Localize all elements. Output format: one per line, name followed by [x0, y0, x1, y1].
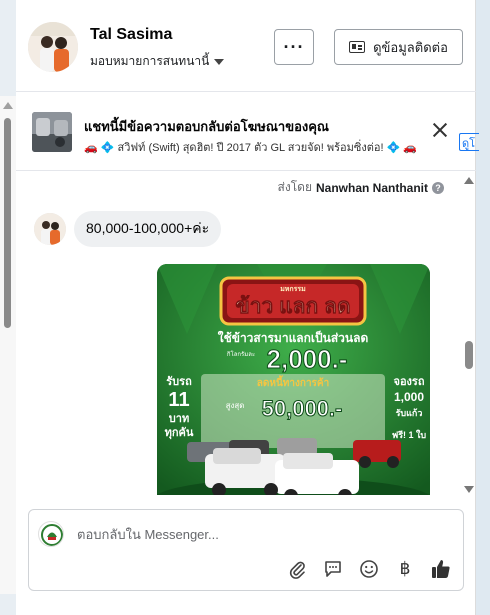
contact-name[interactable]: Tal Sasima	[90, 26, 172, 44]
sender-name: Nanwhan Nanthanit	[315, 180, 428, 195]
page-scrollbar[interactable]	[0, 96, 16, 594]
promo-mid-text: ลดหนี้ทางการค้า	[257, 375, 330, 389]
ad-preview-text: 🚗 💠 สวิฟท์ (Swift) สุดฮิต! ปี 2017 ตัว G…	[84, 142, 418, 154]
view-ad-link[interactable]: ดูโ	[459, 133, 479, 151]
thread-scroll-up-icon[interactable]	[464, 177, 474, 184]
close-icon[interactable]	[432, 122, 448, 138]
promo-badge: มหกรรม	[280, 286, 306, 293]
promo-right-line1: จองรถ	[394, 376, 425, 388]
message-avatar[interactable]	[34, 213, 66, 245]
reply-composer: ฿	[28, 509, 464, 591]
thumbs-up-icon[interactable]	[429, 557, 453, 581]
promo-left-line1: รับรถ	[166, 375, 192, 388]
promo-right-line2: 1,000	[394, 390, 424, 404]
assign-label: มอบหมายการสนทนานี้	[90, 54, 210, 68]
ad-reply-banner: แชทนี้มีข้อความตอบกลับต่อโฆษณาของคุณ 🚗 💠…	[16, 104, 476, 160]
promo-left-line3: บาท	[169, 413, 189, 425]
message-bubble[interactable]: 80,000-100,000+ค่ะ	[74, 211, 222, 247]
emoji-icon[interactable]	[357, 557, 381, 581]
contact-avatar[interactable]	[28, 22, 78, 72]
more-options-button[interactable]: ···	[274, 29, 314, 65]
reply-input[interactable]	[77, 524, 447, 544]
attach-icon[interactable]	[285, 557, 309, 581]
caret-down-icon	[214, 59, 225, 65]
promo-max-amount: 50,000.-	[262, 396, 343, 421]
promo-image[interactable]: มหกรรม ข้าว แลก ลด ใช้ข้าวสารมาแลกเป็นส่…	[157, 264, 430, 495]
scroll-up-arrow-icon[interactable]	[3, 102, 13, 109]
promo-max-prefix: สูงสุด	[226, 401, 245, 411]
contact-info-label: ดูข้อมูลติดต่อ	[373, 39, 448, 55]
sent-by-line: ส่งโดย Nanwhan Nanthanit ?	[278, 178, 444, 197]
baht-icon[interactable]: ฿	[393, 557, 417, 581]
page-avatar	[38, 521, 64, 547]
side-strip	[476, 0, 490, 615]
promo-headline: ข้าว แลก ลด	[235, 294, 350, 318]
contact-info-button[interactable]: ดูข้อมูลติดต่อ	[334, 29, 463, 65]
ad-banner-title: แชทนี้มีข้อความตอบกลับต่อโฆษณาของคุณ	[84, 119, 329, 134]
promo-subtitle: ใช้ข้าวสารมาแลกเป็นส่วนลด	[218, 330, 369, 345]
ad-thumbnail	[32, 112, 72, 152]
help-icon[interactable]: ?	[432, 181, 444, 194]
page-scroll-thumb[interactable]	[4, 118, 11, 328]
conversation-panel: Tal Sasima มอบหมายการสนทนานี้ ··· ดูข้อม…	[16, 0, 479, 615]
message-thread: ส่งโดย Nanwhan Nanthanit ? 80,000-100,00…	[16, 171, 476, 495]
thread-scroll-down-icon[interactable]	[464, 486, 474, 493]
thread-scroll-thumb[interactable]	[465, 341, 473, 369]
contact-card-icon	[349, 41, 366, 53]
promo-right-line3: รับแก้ว	[396, 408, 423, 418]
promo-amount: 2,000.-	[267, 344, 348, 374]
promo-amount-prefix: กิโลกรัมละ	[227, 350, 256, 358]
promo-left-line4: ทุกคัน	[165, 426, 194, 440]
promo-right-line4: ฟรี! 1 ใบ	[392, 429, 427, 440]
saved-reply-icon[interactable]	[321, 557, 345, 581]
assign-conversation-dropdown[interactable]: มอบหมายการสนทนานี้	[90, 52, 225, 71]
sent-by-prefix: ส่งโดย	[277, 180, 312, 194]
promo-left-line2: 11	[168, 389, 189, 411]
conversation-header: Tal Sasima มอบหมายการสนทนานี้ ··· ดูข้อม…	[16, 0, 476, 92]
